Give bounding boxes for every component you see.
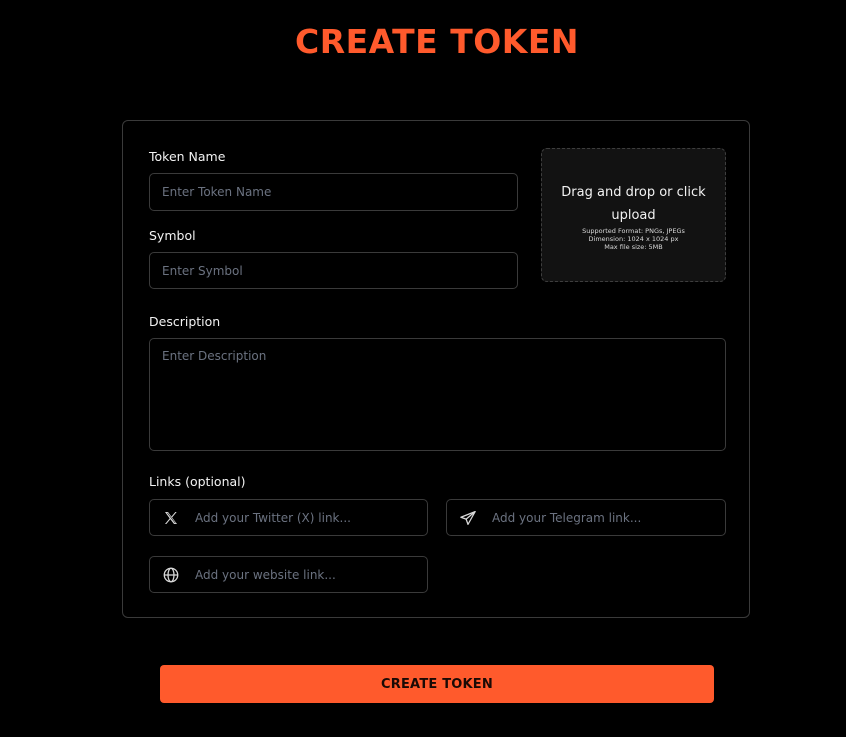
x-twitter-icon bbox=[162, 509, 180, 527]
symbol-label: Symbol bbox=[149, 228, 196, 243]
telegram-icon bbox=[459, 509, 477, 527]
upload-title: Drag and drop or click upload bbox=[561, 185, 706, 223]
telegram-link-field[interactable] bbox=[446, 499, 726, 536]
page-title: CREATE TOKEN bbox=[295, 22, 579, 61]
token-name-input[interactable] bbox=[149, 173, 518, 211]
links-label: Links (optional) bbox=[149, 474, 246, 489]
twitter-link-field[interactable] bbox=[149, 499, 428, 536]
create-token-form: Token Name Symbol Drag and drop or click… bbox=[122, 120, 750, 618]
globe-icon bbox=[162, 566, 180, 584]
token-name-label: Token Name bbox=[149, 149, 226, 164]
create-token-button[interactable]: CREATE TOKEN bbox=[160, 665, 714, 703]
description-label: Description bbox=[149, 314, 221, 329]
image-upload-dropzone[interactable]: Drag and drop or click upload Supported … bbox=[541, 148, 726, 282]
upload-max-size: Max file size: 5MB bbox=[604, 243, 663, 251]
website-link-field[interactable] bbox=[149, 556, 428, 593]
symbol-input[interactable] bbox=[149, 252, 518, 289]
upload-dimension: Dimension: 1024 x 1024 px bbox=[588, 235, 679, 243]
upload-supported-formats: Supported Format: PNGs, JPEGs bbox=[582, 227, 685, 235]
description-textarea[interactable] bbox=[149, 338, 726, 451]
create-token-page: CREATE TOKEN Token Name Symbol Drag and … bbox=[0, 0, 846, 737]
twitter-link-input[interactable] bbox=[195, 500, 419, 535]
website-link-input[interactable] bbox=[195, 557, 419, 592]
telegram-link-input[interactable] bbox=[492, 500, 717, 535]
